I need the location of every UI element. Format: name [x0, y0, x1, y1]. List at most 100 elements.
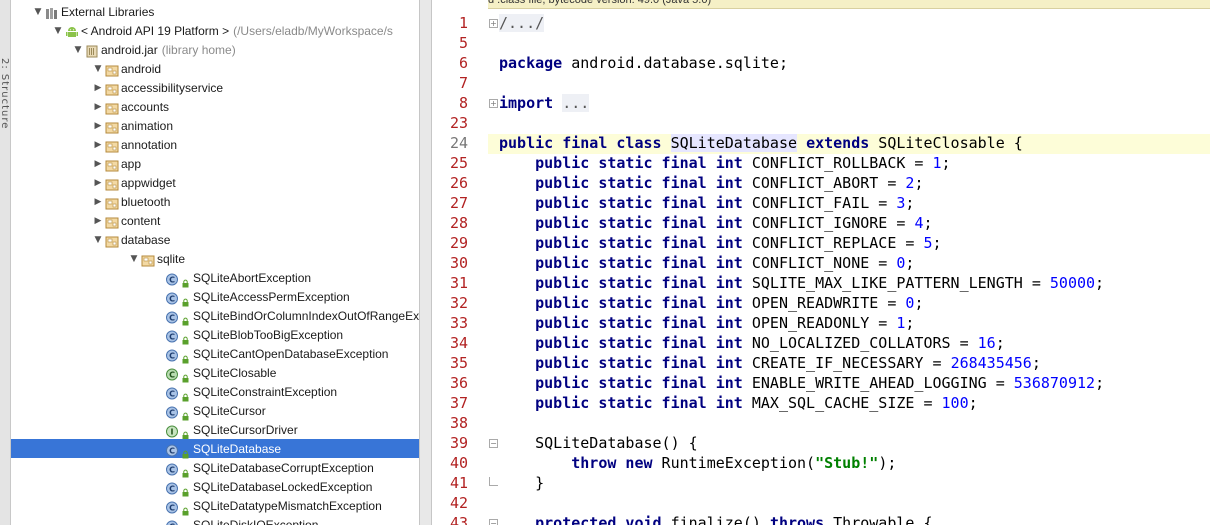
collapse-arrow-icon[interactable]: ▼ [91, 235, 105, 245]
code-token-kw: public static final int [535, 194, 743, 212]
code-line[interactable]: public static final int CONFLICT_REPLACE… [499, 233, 941, 253]
tree-item-label: SQLiteConstraintException [193, 384, 338, 399]
tree-item-android[interactable]: ▼ android [11, 59, 419, 78]
fold-end-marker-icon[interactable] [489, 477, 498, 486]
code-line[interactable]: package android.database.sqlite; [499, 53, 788, 73]
code-line[interactable]: public static final int MAX_SQL_CACHE_SI… [499, 393, 978, 413]
expand-arrow-icon[interactable]: ▶ [91, 197, 105, 207]
code-line[interactable]: /.../ [499, 13, 545, 33]
tree-item-sqliteaccesspermexception[interactable]: C SQLiteAccessPermException [11, 287, 419, 307]
collapse-arrow-icon[interactable]: ▼ [51, 26, 65, 36]
tree-item-sqlitecantopendatabaseexception[interactable]: C SQLiteCantOpenDatabaseException [11, 344, 419, 364]
tree-item-sqlitedatabase[interactable]: C SQLiteDatabase [11, 439, 419, 459]
tree-item-label: SQLiteDatatypeMismatchException [193, 498, 382, 513]
tree-item-sqliteconstraintexception[interactable]: C SQLiteConstraintException [11, 382, 419, 402]
code-line[interactable]: public static final int CONFLICT_FAIL = … [499, 193, 914, 213]
tree-item-sqlitedatabaselockedexception[interactable]: C SQLiteDatabaseLockedException [11, 477, 419, 497]
tree-item-app[interactable]: ▶ app [11, 154, 419, 173]
code-token: RuntimeException( [652, 454, 816, 472]
panel-splitter[interactable] [419, 0, 432, 525]
collapse-arrow-icon[interactable]: ▼ [31, 7, 45, 17]
collapse-fold-icon[interactable]: − [489, 439, 498, 448]
project-tree[interactable]: ▼ External Libraries ▼ < Android API 19 Pla… [11, 0, 419, 525]
tree-item-accounts[interactable]: ▶ accounts [11, 97, 419, 116]
code-line[interactable]: SQLiteDatabase() { [499, 433, 698, 453]
package-icon [105, 233, 119, 248]
code-line[interactable]: public final class SQLiteDatabase extend… [499, 133, 1023, 153]
code-line[interactable]: throw new RuntimeException("Stub!"); [499, 453, 896, 473]
code-token: CONFLICT_FAIL = [742, 194, 897, 212]
tree-item-animation[interactable]: ▶ animation [11, 116, 419, 135]
tree-item-android-jar[interactable]: ▼ android.jar (library home) [11, 40, 419, 59]
expand-arrow-icon[interactable]: ▶ [91, 216, 105, 226]
tree-item-sqlitedatabasecorruptexception[interactable]: C SQLiteDatabaseCorruptException [11, 458, 419, 478]
tree-item-sqlitecursordriver[interactable]: I SQLiteCursorDriver [11, 420, 419, 440]
line-number: 42 [449, 494, 468, 512]
tree-item-sqlitedatatypemismatchexception[interactable]: C SQLiteDatatypeMismatchException [11, 496, 419, 516]
line-number: 38 [449, 414, 468, 432]
tree-item-sqliteabortexception[interactable]: C SQLiteAbortException [11, 268, 419, 288]
code-token-kw: public static final int [535, 394, 743, 412]
code-line[interactable]: public static final int CREATE_IF_NECESS… [499, 353, 1041, 373]
line-number: 7 [458, 74, 468, 92]
code-token: ; [905, 254, 915, 272]
structure-tab-label[interactable]: 2: Structure [0, 58, 10, 129]
code-line[interactable]: } [499, 473, 544, 493]
line-number: 32 [449, 294, 468, 312]
code-token: ; [905, 314, 915, 332]
code-line[interactable]: public static final int CONFLICT_IGNORE … [499, 213, 932, 233]
collapse-arrow-icon[interactable]: ▼ [127, 254, 141, 264]
line-number: 8 [458, 94, 468, 112]
code-line[interactable]: public static final int CONFLICT_ROLLBAC… [499, 153, 950, 173]
lock-icon [181, 501, 190, 516]
collapse-arrow-icon[interactable]: ▼ [71, 45, 85, 55]
code-line[interactable]: protected void finalize() throws Throwab… [499, 513, 932, 525]
lock-icon [181, 482, 190, 497]
tree-item-sqliteblobtoobigexception[interactable]: C SQLiteBlobTooBigException [11, 325, 419, 345]
code-editor[interactable]: Decompiled .class file, bytecode version… [432, 0, 1210, 525]
line-number-gutter[interactable]: 1 5 6 7 8 23 24 25 26 27 28 29 30 31 32 33 34 35 36 37 38 39 4… [432, 0, 488, 525]
tree-item-appwidget[interactable]: ▶ appwidget [11, 173, 419, 192]
code-line[interactable]: public static final int CONFLICT_NONE = … [499, 253, 914, 273]
tree-item-sqlitecursor[interactable]: C SQLiteCursor [11, 401, 419, 421]
expand-fold-icon[interactable]: + [489, 19, 498, 28]
expand-arrow-icon[interactable]: ▶ [91, 121, 105, 131]
tree-item-external-libraries[interactable]: ▼ External Libraries [11, 2, 419, 21]
class-icon: C [165, 328, 179, 343]
tree-item-database[interactable]: ▼ database [11, 230, 419, 249]
code-token-cls-hl: SQLiteDatabase [670, 134, 798, 152]
line-number: 43 [449, 514, 468, 525]
package-icon [105, 157, 119, 172]
tree-item-sqliteclosable[interactable]: C SQLiteClosable [11, 363, 419, 383]
tree-item-annotation[interactable]: ▶ annotation [11, 135, 419, 154]
code-line[interactable]: public static final int OPEN_READONLY = … [499, 313, 914, 333]
expand-fold-icon[interactable]: + [489, 99, 498, 108]
collapse-arrow-icon[interactable]: ▼ [91, 64, 105, 74]
code-line[interactable]: public static final int SQLITE_MAX_LIKE_… [499, 273, 1104, 293]
code-line[interactable]: public static final int CONFLICT_ABORT =… [499, 173, 923, 193]
expand-arrow-icon[interactable]: ▶ [91, 102, 105, 112]
collapse-fold-icon[interactable]: − [489, 519, 498, 525]
expand-arrow-icon[interactable]: ▶ [91, 159, 105, 169]
tree-item-sqlite[interactable]: ▼ sqlite [11, 249, 419, 268]
code-line[interactable]: public static final int OPEN_READWRITE =… [499, 293, 923, 313]
tree-item-sqlitebindorcolumnindexoutofrangeex[interactable]: C SQLiteBindOrColumnIndexOutOfRangeEx [11, 306, 419, 326]
tree-item-accessibilityservice[interactable]: ▶ accessibilityservice [11, 78, 419, 97]
code-line[interactable]: public static final int ENABLE_WRITE_AHE… [499, 373, 1104, 393]
code-line[interactable]: import ... [499, 93, 590, 113]
code-line[interactable]: public static final int NO_LOCALIZED_COL… [499, 333, 1005, 353]
tree-item-android-api-19-platform[interactable]: ▼ < Android API 19 Platform > (/Users/elad… [11, 21, 419, 40]
tree-item-bluetooth[interactable]: ▶ bluetooth [11, 192, 419, 211]
tree-item-content[interactable]: ▶ content [11, 211, 419, 230]
structure-tool-strip[interactable]: 2: Structure [0, 0, 11, 525]
tree-item-sqlitediskioexception[interactable]: C SQLiteDiskIOException [11, 515, 419, 525]
svg-text:C: C [169, 313, 175, 322]
code-token-kw: protected void [535, 514, 662, 525]
expand-arrow-icon[interactable]: ▶ [91, 178, 105, 188]
expand-arrow-icon[interactable]: ▶ [91, 83, 105, 93]
svg-text:I: I [171, 427, 174, 436]
expand-arrow-icon[interactable]: ▶ [91, 140, 105, 150]
